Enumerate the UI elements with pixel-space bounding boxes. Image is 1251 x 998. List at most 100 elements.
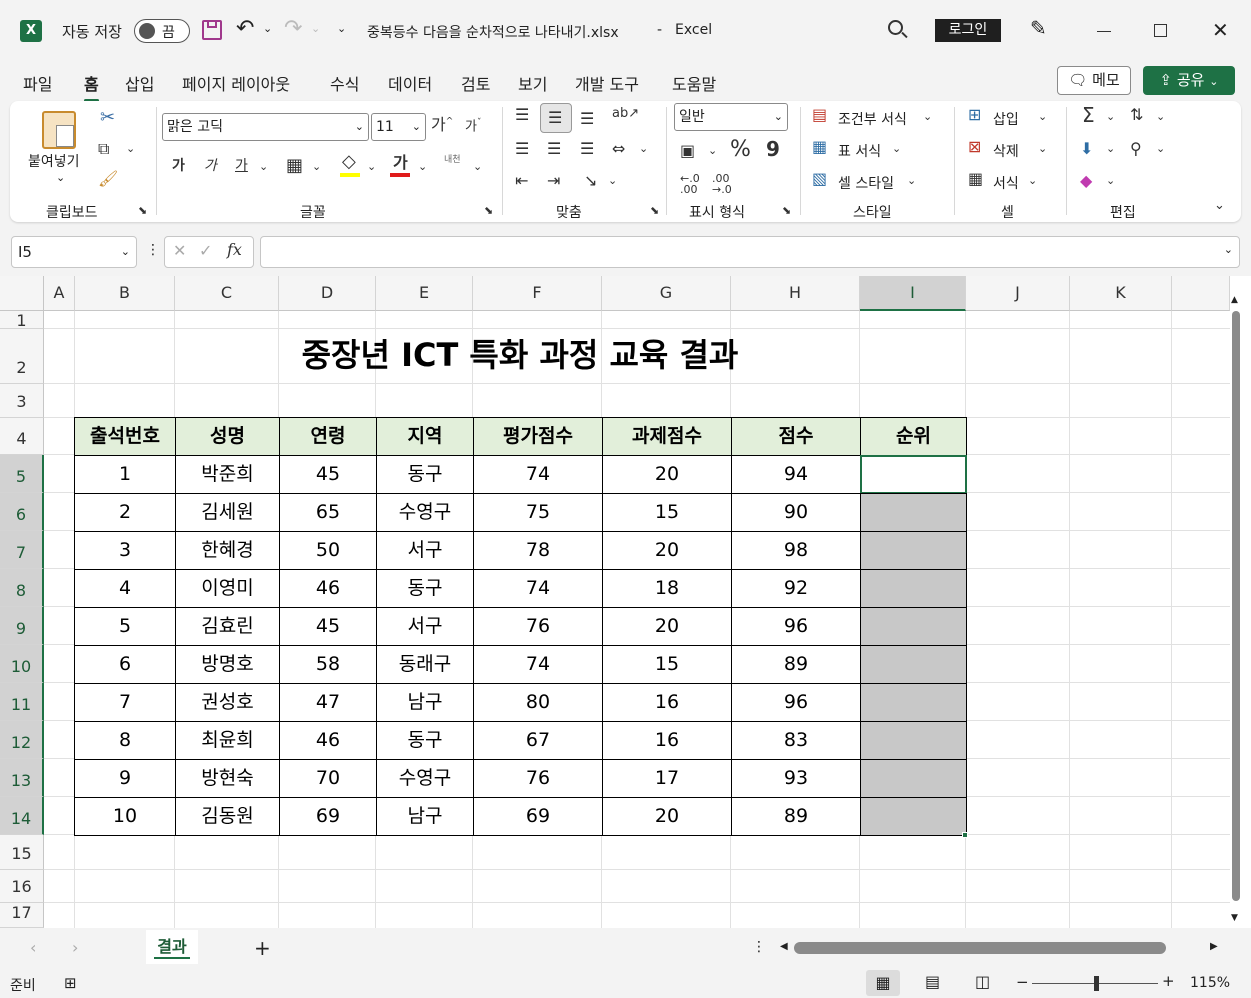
percent-icon[interactable]: % bbox=[730, 139, 751, 161]
format-table-button[interactable]: 표 서식 bbox=[838, 141, 881, 161]
table-header-cell[interactable]: 출석번호 bbox=[74, 417, 176, 456]
insert-dropdown-icon[interactable]: ⌄ bbox=[1038, 111, 1047, 122]
table-cell[interactable]: 남구 bbox=[376, 797, 474, 836]
row-header-3[interactable]: 3 bbox=[0, 384, 44, 418]
table-cell[interactable]: 20 bbox=[602, 531, 732, 570]
rank-cell[interactable] bbox=[860, 531, 967, 570]
underline-dropdown-icon[interactable]: ⌄ bbox=[259, 161, 268, 172]
table-cell[interactable]: 동래구 bbox=[376, 645, 474, 684]
table-cell[interactable]: 방명호 bbox=[175, 645, 280, 684]
tab-home[interactable]: 홈 bbox=[84, 71, 99, 102]
italic-icon[interactable]: 가 bbox=[204, 159, 217, 173]
column-header-d[interactable]: D bbox=[279, 276, 376, 311]
cell-styles-button[interactable]: 셀 스타일 bbox=[838, 173, 894, 193]
table-cell[interactable]: 동구 bbox=[376, 455, 474, 494]
prev-sheet-icon[interactable]: ‹ bbox=[30, 938, 36, 957]
cell-styles-dropdown-icon[interactable]: ⌄ bbox=[907, 175, 916, 186]
clear-icon[interactable]: ◆ bbox=[1080, 173, 1092, 189]
table-cell[interactable]: 98 bbox=[731, 531, 861, 570]
undo-dropdown-icon[interactable]: ⌄ bbox=[263, 22, 272, 35]
table-cell[interactable]: 75 bbox=[473, 493, 603, 532]
column-header-k[interactable]: K bbox=[1070, 276, 1172, 311]
number-launcher-icon[interactable]: ⬊ bbox=[782, 205, 791, 216]
row-header-14[interactable]: 14 bbox=[0, 797, 44, 835]
font-color-dropdown-icon[interactable]: ⌄ bbox=[418, 161, 427, 172]
rank-cell[interactable] bbox=[860, 569, 967, 608]
align-middle-button[interactable]: ☰ bbox=[540, 103, 572, 133]
font-name-combo[interactable]: 맑은 고딕 ⌄ bbox=[162, 113, 369, 141]
tab-insert[interactable]: 삽입 bbox=[125, 71, 154, 95]
search-icon[interactable] bbox=[888, 20, 908, 39]
column-header-j[interactable]: J bbox=[966, 276, 1070, 311]
borders-dropdown-icon[interactable]: ⌄ bbox=[312, 161, 321, 172]
merge-center-icon[interactable]: ⇔ bbox=[612, 141, 625, 157]
table-header-cell[interactable]: 연령 bbox=[279, 417, 377, 456]
formula-input[interactable]: ⌄ bbox=[260, 236, 1240, 268]
table-cell[interactable]: 수영구 bbox=[376, 759, 474, 798]
row-header-8[interactable]: 8 bbox=[0, 569, 44, 607]
confirm-entry-icon[interactable]: ✓ bbox=[199, 243, 212, 259]
find-icon[interactable]: ⚲ bbox=[1130, 141, 1142, 157]
table-cell[interactable]: 58 bbox=[279, 645, 377, 684]
table-cell[interactable]: 74 bbox=[473, 569, 603, 608]
zoom-out-button[interactable]: − bbox=[1016, 973, 1029, 991]
vertical-scroll-thumb[interactable] bbox=[1232, 311, 1240, 901]
align-left-icon[interactable]: ☰ bbox=[515, 141, 529, 157]
row-header-6[interactable]: 6 bbox=[0, 493, 44, 531]
row-header-16[interactable]: 16 bbox=[0, 870, 44, 903]
table-cell[interactable]: 96 bbox=[731, 607, 861, 646]
table-cell[interactable]: 96 bbox=[731, 683, 861, 722]
rank-cell[interactable] bbox=[860, 721, 967, 760]
table-cell[interactable]: 16 bbox=[602, 721, 732, 760]
tab-formulas[interactable]: 수식 bbox=[330, 71, 359, 95]
table-cell[interactable]: 74 bbox=[473, 645, 603, 684]
fill-color-icon[interactable]: ◇ bbox=[342, 153, 356, 171]
table-cell[interactable]: 10 bbox=[74, 797, 176, 836]
copy-icon[interactable]: ⧉ bbox=[98, 141, 109, 157]
name-box[interactable]: I5 ⌄ bbox=[11, 236, 137, 268]
bold-icon[interactable]: 가 bbox=[172, 159, 185, 173]
row-header-2[interactable]: 2 bbox=[0, 329, 44, 384]
insert-function-icon[interactable]: fx bbox=[227, 242, 242, 258]
delete-dropdown-icon[interactable]: ⌄ bbox=[1038, 143, 1047, 154]
row-header-17[interactable]: 17 bbox=[0, 903, 44, 928]
column-header-h[interactable]: H bbox=[731, 276, 860, 311]
table-cell[interactable]: 6 bbox=[74, 645, 176, 684]
decrease-indent-icon[interactable]: ⇤ bbox=[515, 173, 528, 189]
table-cell[interactable]: 서구 bbox=[376, 531, 474, 570]
next-sheet-icon[interactable]: › bbox=[72, 938, 78, 957]
table-cell[interactable]: 이영미 bbox=[175, 569, 280, 608]
sheet-tab-active[interactable]: 결과 bbox=[146, 930, 198, 964]
table-cell[interactable]: 70 bbox=[279, 759, 377, 798]
tab-page-layout[interactable]: 페이지 레이아웃 bbox=[182, 71, 290, 95]
table-cell[interactable]: 9 bbox=[74, 759, 176, 798]
format-painter-icon[interactable]: 🖌 bbox=[98, 171, 118, 187]
hscroll-left-icon[interactable]: ◀ bbox=[780, 941, 788, 952]
table-header-cell[interactable]: 순위 bbox=[860, 417, 967, 456]
sort-dropdown-icon[interactable]: ⌄ bbox=[1156, 111, 1165, 122]
add-sheet-button[interactable]: + bbox=[254, 936, 271, 960]
table-cell[interactable]: 80 bbox=[473, 683, 603, 722]
table-cell[interactable]: 서구 bbox=[376, 607, 474, 646]
table-cell[interactable]: 76 bbox=[473, 607, 603, 646]
comments-button[interactable]: 🗨 메모 bbox=[1057, 66, 1131, 95]
fill-handle[interactable] bbox=[962, 832, 968, 838]
table-cell[interactable]: 92 bbox=[731, 569, 861, 608]
table-cell[interactable]: 17 bbox=[602, 759, 732, 798]
tab-file[interactable]: 파일 bbox=[23, 71, 52, 95]
paste-icon[interactable] bbox=[42, 111, 76, 149]
column-header-g[interactable]: G bbox=[602, 276, 731, 311]
autosum-dropdown-icon[interactable]: ⌄ bbox=[1106, 111, 1115, 122]
minimize-icon[interactable] bbox=[1097, 31, 1111, 32]
column-header-e[interactable]: E bbox=[376, 276, 473, 311]
conditional-format-icon[interactable]: ▤ bbox=[812, 107, 827, 123]
column-header-i[interactable]: I bbox=[860, 276, 966, 311]
table-cell[interactable]: 20 bbox=[602, 797, 732, 836]
horizontal-scroll-thumb[interactable] bbox=[794, 942, 1166, 954]
row-header-15[interactable]: 15 bbox=[0, 835, 44, 870]
cancel-entry-icon[interactable]: ✕ bbox=[173, 243, 186, 259]
rank-cell[interactable] bbox=[860, 759, 967, 798]
cut-icon[interactable]: ✂ bbox=[100, 109, 115, 127]
table-cell[interactable]: 김효린 bbox=[175, 607, 280, 646]
decrease-decimal-icon[interactable]: .00 →.0 bbox=[712, 173, 732, 195]
